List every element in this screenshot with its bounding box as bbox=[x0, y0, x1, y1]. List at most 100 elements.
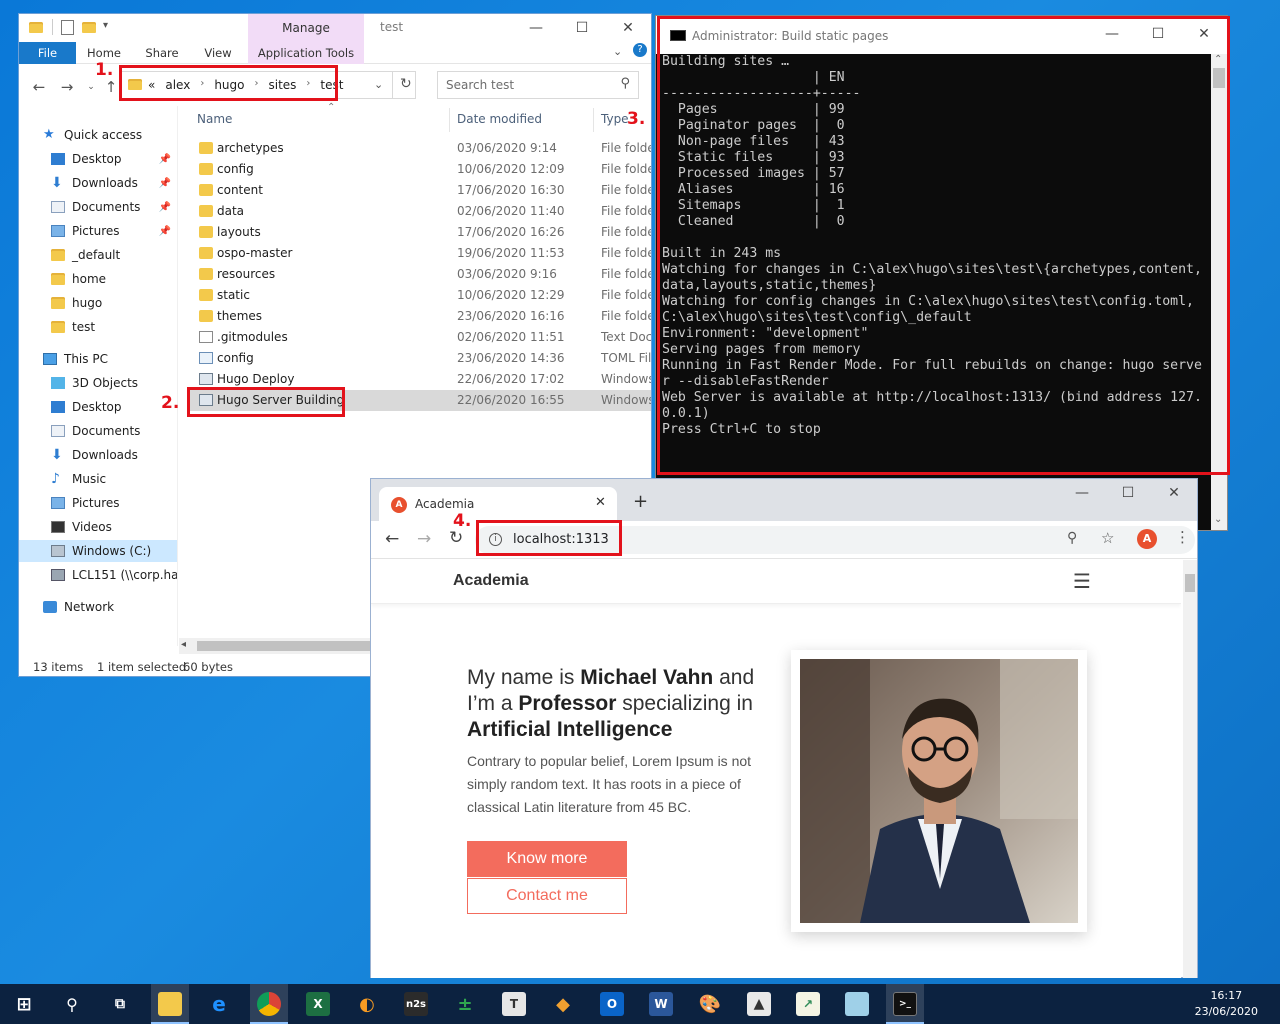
search-icon[interactable]: ⚲ bbox=[60, 992, 84, 1016]
file-row[interactable]: layouts 17/06/2020 16:26 File folder bbox=[189, 222, 651, 243]
contact-me-button[interactable]: Contact me bbox=[467, 878, 627, 914]
excel-icon[interactable]: X bbox=[306, 992, 330, 1016]
close-tab-icon[interactable]: ✕ bbox=[595, 495, 606, 510]
file-row[interactable]: themes 23/06/2020 16:16 File folder bbox=[189, 306, 651, 327]
nav-quick-access[interactable]: ★ Quick access bbox=[19, 124, 177, 146]
profile-avatar[interactable]: A bbox=[1137, 529, 1157, 549]
forward-arrow-icon[interactable]: → bbox=[417, 529, 431, 549]
hamburger-menu-icon[interactable]: ☰ bbox=[1073, 571, 1091, 591]
outlook-icon[interactable]: O bbox=[600, 992, 624, 1016]
browser-tab[interactable]: A Academia ✕ bbox=[379, 487, 617, 521]
back-arrow-icon[interactable]: ← bbox=[385, 529, 399, 549]
customize-quick-access-icon[interactable]: ▾ bbox=[103, 20, 108, 31]
zoom-icon[interactable]: ⚲ bbox=[1067, 530, 1077, 546]
file-explorer-icon[interactable] bbox=[158, 992, 182, 1016]
bookmark-star-icon[interactable]: ☆ bbox=[1101, 529, 1114, 547]
back-arrow-icon[interactable]: ← bbox=[29, 77, 49, 97]
search-icon[interactable]: ⚲ bbox=[620, 76, 630, 91]
file-row[interactable]: data 02/06/2020 11:40 File folder bbox=[189, 201, 651, 222]
nav-quick-home[interactable]: home bbox=[19, 268, 177, 290]
forward-arrow-icon[interactable]: → bbox=[57, 77, 77, 97]
git-kraken-icon[interactable]: ◆ bbox=[551, 992, 575, 1016]
file-row[interactable]: ospo-master 19/06/2020 11:53 File folder bbox=[189, 243, 651, 264]
nav-quick-desktop[interactable]: Desktop 📌 bbox=[19, 148, 177, 170]
close-icon[interactable]: ✕ bbox=[605, 14, 651, 42]
column-name[interactable]: Name bbox=[197, 112, 232, 126]
nav-network[interactable]: Network bbox=[19, 596, 177, 618]
pin-icon[interactable]: 📌 bbox=[159, 202, 171, 213]
calculator-plus-icon[interactable]: ± bbox=[453, 992, 477, 1016]
nav-pc-desktop[interactable]: Desktop bbox=[19, 396, 177, 418]
task-view-icon[interactable]: ⧉ bbox=[108, 992, 132, 1016]
nav-this-pc[interactable]: This PC bbox=[19, 348, 177, 370]
site-brand[interactable]: Academia bbox=[453, 572, 529, 590]
nav-pc-videos[interactable]: Videos bbox=[19, 516, 177, 538]
maximize-icon[interactable]: ☐ bbox=[1105, 479, 1151, 507]
know-more-button[interactable]: Know more bbox=[467, 841, 627, 877]
scroll-down-icon[interactable]: ⌄ bbox=[1214, 514, 1222, 525]
nav-pc-documents[interactable]: Documents bbox=[19, 420, 177, 442]
internet-explorer-icon[interactable]: e bbox=[207, 992, 231, 1016]
word-icon[interactable]: W bbox=[649, 992, 673, 1016]
nav-pc-music[interactable]: ♪ Music bbox=[19, 468, 177, 490]
reload-icon[interactable]: ↻ bbox=[449, 528, 463, 548]
refresh-icon[interactable]: ↻ bbox=[400, 76, 412, 92]
divider[interactable] bbox=[593, 108, 594, 132]
minimize-icon[interactable]: — bbox=[513, 14, 559, 42]
file-row[interactable]: .gitmodules 02/06/2020 11:51 Text Docu bbox=[189, 327, 651, 348]
system-clock[interactable]: 16:17 23/06/2020 bbox=[1195, 988, 1258, 1020]
file-row[interactable]: content 17/06/2020 16:30 File folder bbox=[189, 180, 651, 201]
nav-quick-default[interactable]: _default bbox=[19, 244, 177, 266]
chevron-down-icon[interactable]: ⌄ bbox=[374, 78, 383, 91]
n2s-app-icon[interactable]: n2s bbox=[404, 992, 428, 1016]
minimize-icon[interactable]: — bbox=[1059, 479, 1105, 507]
text-editor-icon[interactable]: T bbox=[502, 992, 526, 1016]
page-scrollbar[interactable] bbox=[1183, 560, 1197, 978]
windows-start-icon[interactable]: ⊞ bbox=[12, 992, 36, 1016]
file-row[interactable]: resources 03/06/2020 9:16 File folder bbox=[189, 264, 651, 285]
nav-quick-downloads[interactable]: ⬇ Downloads 📌 bbox=[19, 172, 177, 194]
tab-application-tools[interactable]: Application Tools bbox=[248, 42, 364, 64]
nav-pc-downloads[interactable]: ⬇ Downloads bbox=[19, 444, 177, 466]
up-arrow-icon[interactable]: ↑ bbox=[101, 77, 121, 97]
file-row[interactable]: archetypes 03/06/2020 9:14 File folder bbox=[189, 138, 651, 159]
nav-quick-hugo[interactable]: hugo bbox=[19, 292, 177, 314]
help-icon[interactable]: ? bbox=[633, 43, 647, 57]
file-row[interactable]: static 10/06/2020 12:29 File folder bbox=[189, 285, 651, 306]
search-input[interactable]: Search test bbox=[446, 78, 514, 92]
properties-icon[interactable] bbox=[61, 20, 74, 35]
nav-quick-documents[interactable]: Documents 📌 bbox=[19, 196, 177, 218]
snipping-tool-icon[interactable] bbox=[845, 992, 869, 1016]
file-row[interactable]: config 10/06/2020 12:09 File folder bbox=[189, 159, 651, 180]
divider[interactable] bbox=[449, 108, 450, 132]
manage-tab[interactable]: Manage bbox=[248, 14, 364, 42]
column-type[interactable]: Type bbox=[601, 112, 629, 126]
tab-file[interactable]: File bbox=[19, 42, 76, 64]
file-row[interactable]: config 23/06/2020 14:36 TOML File bbox=[189, 348, 651, 369]
nav-pc-3d-objects[interactable]: 3D Objects bbox=[19, 372, 177, 394]
nav-pc-pictures[interactable]: Pictures bbox=[19, 492, 177, 514]
nav-pc-network-drive[interactable]: LCL151 (\\corp.ha.c bbox=[19, 564, 177, 586]
nav-quick-pictures[interactable]: Pictures 📌 bbox=[19, 220, 177, 242]
maximize-icon[interactable]: ☐ bbox=[559, 14, 605, 42]
scrollbar-thumb[interactable] bbox=[1185, 574, 1195, 592]
menu-kebab-icon[interactable]: ⋮ bbox=[1175, 528, 1190, 546]
search-box[interactable]: Search test ⚲ bbox=[437, 71, 639, 99]
chrome-icon[interactable] bbox=[257, 992, 281, 1016]
chart-app-icon[interactable]: ↗ bbox=[796, 992, 820, 1016]
pin-icon[interactable]: 📌 bbox=[159, 178, 171, 189]
tab-view[interactable]: View bbox=[195, 42, 241, 64]
pin-icon[interactable]: 📌 bbox=[159, 154, 171, 165]
pin-icon[interactable]: 📌 bbox=[159, 226, 171, 237]
recent-locations-icon[interactable]: ⌄ bbox=[81, 77, 101, 97]
scrollbar-thumb[interactable] bbox=[197, 641, 371, 651]
expand-ribbon-icon[interactable]: ⌄ bbox=[613, 45, 622, 58]
new-folder-icon[interactable] bbox=[82, 22, 96, 33]
new-tab-icon[interactable]: + bbox=[633, 491, 648, 512]
firefox-icon[interactable]: ◐ bbox=[355, 992, 379, 1016]
paint-palette-icon[interactable]: 🎨 bbox=[698, 992, 722, 1016]
nav-pc-windows-c[interactable]: Windows (C:) bbox=[19, 540, 177, 562]
close-icon[interactable]: ✕ bbox=[1151, 479, 1197, 507]
column-date-modified[interactable]: Date modified bbox=[457, 112, 542, 126]
scroll-left-icon[interactable]: ◂ bbox=[181, 639, 186, 650]
